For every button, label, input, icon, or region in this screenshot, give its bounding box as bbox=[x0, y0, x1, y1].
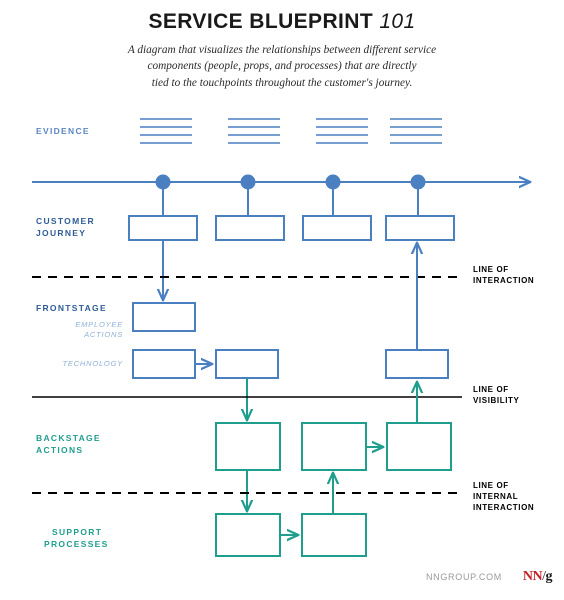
nng-logo: NN/g bbox=[522, 569, 553, 585]
support-processes-box-2[interactable] bbox=[301, 513, 367, 557]
row-label-support-processes-line1: SUPPORT bbox=[52, 527, 102, 537]
line-of-internal-interaction-label-line3: INTERACTION bbox=[473, 503, 534, 512]
line-of-visibility-label-line1: LINE OF bbox=[473, 385, 509, 394]
line-of-interaction-label-line1: LINE OF bbox=[473, 265, 509, 274]
timeline-dot-3 bbox=[325, 174, 341, 190]
line-of-interaction-label-line2: INTERACTION bbox=[473, 276, 534, 285]
customer-journey-box-3[interactable] bbox=[302, 215, 372, 241]
customer-journey-box-4[interactable] bbox=[385, 215, 455, 241]
backstage-actions-box-1[interactable] bbox=[215, 422, 281, 471]
timeline-dot-2 bbox=[240, 174, 256, 190]
customer-journey-box-1[interactable] bbox=[128, 215, 198, 241]
row-label-customer-journey-line1: CUSTOMER bbox=[36, 216, 95, 226]
technology-box-3[interactable] bbox=[385, 349, 449, 379]
row-label-support-processes-line2: PROCESSES bbox=[44, 539, 109, 549]
row-label-frontstage: FRONTSTAGE bbox=[36, 303, 107, 313]
row-label-evidence: EVIDENCE bbox=[36, 126, 90, 136]
backstage-actions-box-3[interactable] bbox=[386, 422, 452, 471]
row-label-technology: TECHNOLOGY bbox=[62, 359, 123, 368]
evidence-icon-2 bbox=[228, 118, 280, 144]
row-label-backstage-actions-line2: ACTIONS bbox=[36, 445, 83, 455]
row-label-employee-actions-line2: ACTIONS bbox=[83, 330, 123, 339]
line-of-internal-interaction-label-line2: INTERNAL bbox=[473, 492, 518, 501]
service-blueprint-page: SERVICE BLUEPRINT 101 A diagram that vis… bbox=[0, 0, 564, 600]
technology-box-1[interactable] bbox=[132, 349, 196, 379]
row-label-customer-journey-line2: JOURNEY bbox=[36, 228, 86, 238]
logo-nn-text: NN bbox=[522, 569, 543, 584]
technology-box-2[interactable] bbox=[215, 349, 279, 379]
evidence-icon-4 bbox=[390, 118, 442, 144]
footer-url[interactable]: NNGROUP.COM bbox=[426, 572, 502, 582]
timeline-dot-1 bbox=[155, 174, 171, 190]
blueprint-diagram: EVIDENCE CUSTOMER JOURNEY FRONTSTAGE EMP… bbox=[32, 118, 534, 557]
support-processes-box-1[interactable] bbox=[215, 513, 281, 557]
timeline-dot-4 bbox=[410, 174, 426, 190]
evidence-icon-3 bbox=[316, 118, 368, 144]
line-of-visibility-label-line2: VISIBILITY bbox=[473, 396, 520, 405]
row-label-backstage-actions-line1: BACKSTAGE bbox=[36, 433, 101, 443]
row-label-employee-actions-line1: EMPLOYEE bbox=[75, 320, 123, 329]
employee-actions-box-1[interactable] bbox=[132, 302, 196, 332]
backstage-actions-box-2[interactable] bbox=[301, 422, 367, 471]
line-of-internal-interaction-label-line1: LINE OF bbox=[473, 481, 509, 490]
evidence-icon-1 bbox=[140, 118, 192, 144]
customer-journey-box-2[interactable] bbox=[215, 215, 285, 241]
logo-g-text: g bbox=[545, 569, 553, 584]
